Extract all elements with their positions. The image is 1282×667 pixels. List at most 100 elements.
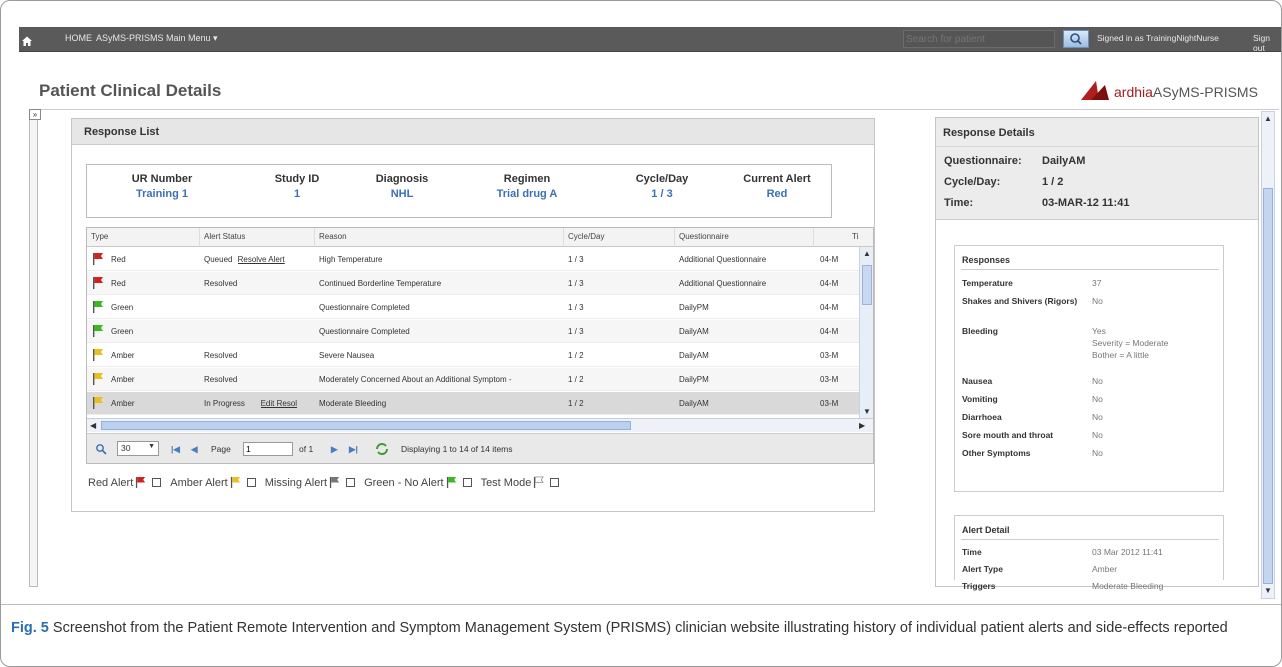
green-flag-icon: [93, 325, 103, 337]
grid-scroll-thumb[interactable]: [862, 265, 872, 305]
row-cycle-day: 1 / 3: [568, 303, 584, 312]
row-reason: Moderately Concerned About an Additional…: [319, 375, 512, 384]
summary-regimen: Regimen Trial drug A: [472, 173, 582, 200]
scroll-down-icon[interactable]: ▼: [1264, 586, 1272, 595]
response-value: No: [1092, 430, 1103, 440]
legend-checkbox[interactable]: [462, 478, 472, 487]
alert-detail-label: Triggers: [962, 581, 996, 591]
response-label: Shakes and Shivers (Rigors): [962, 296, 1078, 306]
row-action-link[interactable]: Resolve Alert: [238, 255, 312, 264]
row-cycle-day: 1 / 2: [568, 375, 584, 384]
summary-value: Trial drug A: [496, 188, 558, 200]
legend-checkbox[interactable]: [550, 478, 560, 487]
sign-out-link[interactable]: Sign out: [1253, 33, 1281, 53]
legend-checkbox[interactable]: [152, 478, 162, 487]
legend-item: Amber Alert: [170, 476, 261, 489]
table-row[interactable]: Amber In Progress Moderate Bleeding 1 / 2 Da…: [87, 392, 859, 415]
patient-summary: UR Number Training 1 Study ID 1 Diagnosi…: [86, 164, 832, 218]
legend-item: Missing Alert: [265, 476, 361, 489]
summary-study-id: Study ID 1: [252, 173, 342, 200]
row-type: Amber: [111, 375, 135, 384]
questionnaire-value: DailyAM: [1042, 155, 1086, 167]
red-flag-icon: [93, 277, 103, 289]
row-cycle-day: 1 / 3: [568, 255, 584, 264]
table-row[interactable]: Red Resolved Continued Borderline Temperat…: [87, 272, 859, 295]
grid-search-icon[interactable]: [95, 443, 107, 455]
first-page-icon[interactable]: |◀: [171, 444, 180, 455]
row-alert-status: Resolved: [204, 375, 238, 384]
prev-page-icon[interactable]: ◀: [191, 444, 198, 455]
scroll-up-icon[interactable]: ▲: [863, 249, 871, 258]
row-reason: High Temperature: [319, 255, 383, 264]
signed-in-text: Signed in as TrainingNightNurse: [1097, 33, 1219, 43]
table-row[interactable]: Green Questionnaire Completed 1 / 3 DailyPM…: [87, 296, 859, 319]
response-label: Diarrhoea: [962, 412, 1002, 422]
grid-vertical-scrollbar[interactable]: ▲ ▼: [859, 247, 873, 419]
column-header-reason[interactable]: Reason: [319, 232, 347, 241]
table-row[interactable]: Amber Resolved Moderately Concerned About …: [87, 368, 859, 391]
table-row[interactable]: Amber Resolved Severe Nausea 1 / 2 DailyAM 03…: [87, 344, 859, 367]
page-vertical-scrollbar[interactable]: ▲ ▼: [1261, 111, 1275, 599]
legend-checkbox[interactable]: [246, 478, 256, 487]
alert-detail-value: Amber: [1092, 564, 1118, 574]
main-menu-dropdown[interactable]: ASyMS-PRISMS Main Menu ▾: [96, 33, 218, 44]
expand-panel-button[interactable]: »: [29, 109, 41, 120]
response-value: Yes: [1092, 326, 1106, 336]
response-details-panel: Response Details Questionnaire: DailyAM …: [935, 117, 1259, 591]
row-action-link[interactable]: Edit Resol: [261, 399, 312, 408]
next-page-icon[interactable]: ▶: [331, 444, 338, 455]
row-type: Amber: [111, 351, 135, 360]
time-label: Time:: [944, 197, 974, 209]
page-size-select[interactable]: 30 ▼: [117, 441, 159, 456]
column-header-type[interactable]: Type: [91, 232, 108, 241]
refresh-icon[interactable]: [375, 442, 389, 456]
table-row[interactable]: Red Queued High Temperature 1 / 3 Additional…: [87, 248, 859, 271]
summary-value: 1 / 3: [651, 188, 673, 200]
response-value: 37: [1092, 278, 1102, 288]
logo-brand: ardhia: [1114, 84, 1153, 100]
screenshot-frame: HOME ASyMS-PRISMS Main Menu ▾ Signed in …: [0, 0, 1282, 667]
summary-diagnosis: Diagnosis NHL: [347, 173, 457, 200]
alert-detail-label: Alert Type: [962, 564, 1003, 574]
column-header-time[interactable]: Ti: [852, 232, 858, 241]
legend-label: Test Mode: [480, 477, 532, 489]
table-row[interactable]: Green Questionnaire Completed 1 / 3 DailyAM…: [87, 320, 859, 343]
row-questionnaire: DailyPM: [679, 375, 709, 384]
summary-label: Diagnosis: [375, 173, 429, 185]
alert-grid: Type Alert Status Reason Cycle/Day Quest…: [86, 227, 874, 464]
scroll-up-icon[interactable]: ▲: [1264, 114, 1272, 123]
green-flag-icon: [93, 301, 103, 313]
home-icon[interactable]: [21, 35, 33, 47]
row-questionnaire: Additional Questionnaire: [679, 255, 767, 264]
search-button[interactable]: [1063, 30, 1089, 48]
row-questionnaire: DailyAM: [679, 327, 709, 336]
home-link[interactable]: HOME: [65, 33, 92, 43]
alert-detail-label: Time: [962, 547, 982, 557]
alert-detail-title: Alert Detail: [962, 525, 1010, 535]
scroll-down-icon[interactable]: ▼: [863, 407, 871, 416]
page-number-input[interactable]: [243, 442, 293, 456]
column-header-questionnaire[interactable]: Questionnaire: [679, 232, 729, 241]
last-page-icon[interactable]: ▶|: [349, 444, 358, 455]
amber-flag-icon: [93, 373, 103, 385]
caption-divider: [1, 604, 1281, 605]
row-time: 03-M: [820, 399, 839, 408]
row-type: Red: [111, 279, 126, 288]
legend-item: Red Alert: [88, 476, 167, 489]
legend-checkbox[interactable]: [346, 478, 356, 487]
legend-label: Red Alert: [88, 477, 134, 489]
grid-horizontal-scrollbar[interactable]: ◀ ▶: [87, 418, 873, 432]
column-header-cycle-day[interactable]: Cycle/Day: [568, 232, 604, 241]
row-reason: Questionnaire Completed: [319, 327, 410, 336]
scroll-left-icon[interactable]: ◀: [90, 421, 96, 430]
scroll-right-icon[interactable]: ▶: [859, 421, 865, 430]
grid-hscroll-thumb[interactable]: [101, 421, 631, 430]
row-alert-status: Resolved: [204, 279, 238, 288]
patient-search-input[interactable]: [903, 30, 1055, 48]
column-header-alert-status[interactable]: Alert Status: [204, 232, 245, 241]
response-value: No: [1092, 448, 1103, 458]
response-label: Bleeding: [962, 326, 998, 336]
white-flag-icon: [534, 476, 544, 488]
response-value: No: [1092, 394, 1103, 404]
page-scroll-thumb[interactable]: [1263, 188, 1273, 584]
